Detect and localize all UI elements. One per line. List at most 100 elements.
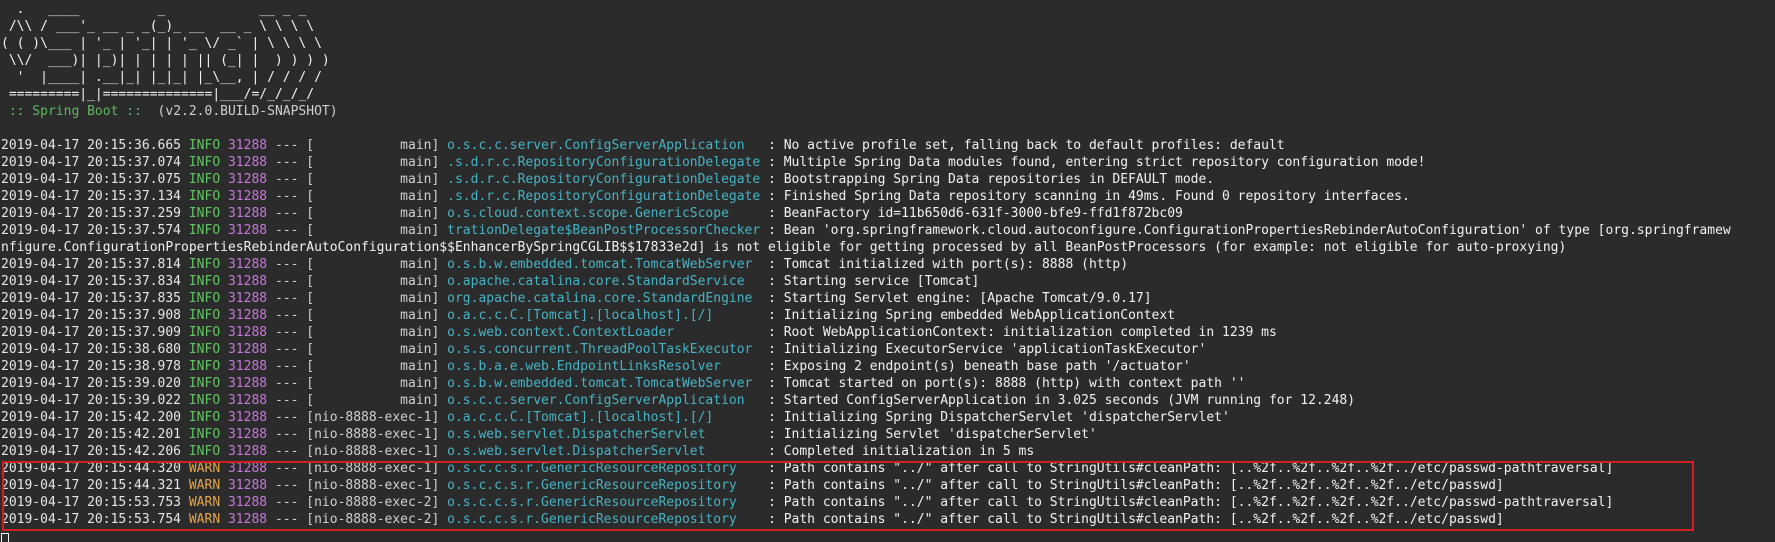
log-message: : No active profile set, falling back to… (760, 138, 1285, 153)
log-logger: o.s.b.a.e.web.EndpointLinksResolver (447, 359, 761, 374)
warning-highlight-box (2, 461, 1694, 531)
log-pid: 31288 (227, 291, 268, 306)
log-thread: --- [ main] (267, 206, 448, 221)
log-message: : Initializing Spring embedded WebApplic… (760, 308, 1176, 323)
log-level: INFO (181, 359, 221, 374)
log-logger: o.s.web.servlet.DispatcherServlet (447, 427, 761, 442)
log-level: INFO (181, 376, 221, 391)
log-timestamp: 2019-04-17 20:15:39.020 (1, 376, 182, 391)
log-level: INFO (181, 427, 221, 442)
log-logger: o.s.b.w.embedded.tomcat.TomcatWebServer (447, 257, 761, 272)
log-line: 2019-04-17 20:15:36.665 INFO 31288 --- [… (1, 137, 1775, 154)
log-line: 2019-04-17 20:15:37.134 INFO 31288 --- [… (1, 188, 1775, 205)
log-pid: 31288 (227, 206, 268, 221)
log-timestamp: 2019-04-17 20:15:36.665 (1, 138, 182, 153)
spring-boot-version: (v2.2.0.BUILD-SNAPSHOT) (149, 104, 338, 119)
log-line: 2019-04-17 20:15:39.022 INFO 31288 --- [… (1, 392, 1775, 409)
log-timestamp: 2019-04-17 20:15:37.259 (1, 206, 182, 221)
log-message: : Starting service [Tomcat] (760, 274, 980, 289)
log-pid: 31288 (227, 257, 268, 272)
log-line: 2019-04-17 20:15:37.834 INFO 31288 --- [… (1, 273, 1775, 290)
spring-boot-version-line: :: Spring Boot :: (v2.2.0.BUILD-SNAPSHOT… (1, 103, 338, 120)
log-pid: 31288 (227, 172, 268, 187)
log-message: : Tomcat initialized with port(s): 8888 … (760, 257, 1129, 272)
spring-boot-label: :: Spring Boot :: (1, 104, 150, 119)
log-line: 2019-04-17 20:15:37.259 INFO 31288 --- [… (1, 205, 1775, 222)
log-logger: o.apache.catalina.core.StandardService (447, 274, 761, 289)
log-pid: 31288 (227, 359, 268, 374)
log-logger: .s.d.r.c.RepositoryConfigurationDelegate (447, 155, 761, 170)
log-thread: --- [ main] (267, 274, 448, 289)
log-level: INFO (181, 189, 221, 204)
log-logger: o.s.c.c.server.ConfigServerApplication (447, 138, 761, 153)
log-pid: 31288 (227, 274, 268, 289)
log-line: 2019-04-17 20:15:38.680 INFO 31288 --- [… (1, 341, 1775, 358)
log-level: INFO (181, 274, 221, 289)
log-level: INFO (181, 172, 221, 187)
log-line: 2019-04-17 20:15:42.206 INFO 31288 --- [… (1, 443, 1775, 460)
log-logger: o.s.web.servlet.DispatcherServlet (447, 444, 761, 459)
log-logger: o.s.cloud.context.scope.GenericScope (447, 206, 761, 221)
log-line: 2019-04-17 20:15:37.908 INFO 31288 --- [… (1, 307, 1775, 324)
log-timestamp: 2019-04-17 20:15:38.978 (1, 359, 182, 374)
log-pid: 31288 (227, 308, 268, 323)
log-timestamp: 2019-04-17 20:15:38.680 (1, 342, 182, 357)
log-pid: 31288 (227, 223, 268, 238)
log-timestamp: 2019-04-17 20:15:42.206 (1, 444, 182, 459)
log-level: INFO (181, 206, 221, 221)
log-thread: --- [ main] (267, 359, 448, 374)
log-pid: 31288 (227, 189, 268, 204)
log-thread: --- [nio-8888-exec-1] (267, 410, 448, 425)
log-timestamp: 2019-04-17 20:15:37.134 (1, 189, 182, 204)
log-message: : Tomcat started on port(s): 8888 (http)… (760, 376, 1246, 391)
log-level: INFO (181, 291, 221, 306)
log-timestamp: 2019-04-17 20:15:37.909 (1, 325, 182, 340)
log-logger: o.s.b.w.embedded.tomcat.TomcatWebServer (447, 376, 761, 391)
spring-ascii-banner: . ____ _ __ _ _ /\\ / ___'_ __ _ _(_)_ _… (1, 2, 330, 102)
log-line-wrapped: nfigure.ConfigurationPropertiesRebinderA… (1, 240, 1567, 255)
log-timestamp: 2019-04-17 20:15:37.814 (1, 257, 182, 272)
log-thread: --- [ main] (267, 223, 448, 238)
log-line: 2019-04-17 20:15:37.075 INFO 31288 --- [… (1, 171, 1775, 188)
log-timestamp: 2019-04-17 20:15:42.201 (1, 427, 182, 442)
log-line: 2019-04-17 20:15:37.835 INFO 31288 --- [… (1, 290, 1775, 307)
log-thread: --- [ main] (267, 257, 448, 272)
log-logger: o.s.c.c.server.ConfigServerApplication (447, 393, 761, 408)
log-logger: o.a.c.c.C.[Tomcat].[localhost].[/] (447, 308, 761, 323)
log-logger: o.a.c.c.C.[Tomcat].[localhost].[/] (447, 410, 761, 425)
log-timestamp: 2019-04-17 20:15:37.834 (1, 274, 182, 289)
log-timestamp: 2019-04-17 20:15:37.074 (1, 155, 182, 170)
log-message: : Initializing Spring DispatcherServlet … (760, 410, 1230, 425)
log-logger: .s.d.r.c.RepositoryConfigurationDelegate (447, 172, 761, 187)
log-message: : Exposing 2 endpoint(s) beneath base pa… (760, 359, 1191, 374)
terminal-cursor (1, 533, 9, 542)
terminal-window[interactable]: . ____ _ __ _ _ /\\ / ___'_ __ _ _(_)_ _… (0, 0, 1775, 542)
log-logger: .s.d.r.c.RepositoryConfigurationDelegate (447, 189, 761, 204)
log-timestamp: 2019-04-17 20:15:42.200 (1, 410, 182, 425)
log-line: 2019-04-17 20:15:37.909 INFO 31288 --- [… (1, 324, 1775, 341)
log-thread: --- [ main] (267, 376, 448, 391)
log-line: 2019-04-17 20:15:37.814 INFO 31288 --- [… (1, 256, 1775, 273)
log-level: INFO (181, 410, 221, 425)
log-pid: 31288 (227, 444, 268, 459)
log-thread: --- [ main] (267, 138, 448, 153)
log-line: 2019-04-17 20:15:37.074 INFO 31288 --- [… (1, 154, 1775, 171)
log-message: : BeanFactory id=11b650d6-631f-3000-bfe9… (760, 206, 1183, 221)
log-logger: o.s.s.concurrent.ThreadPoolTaskExecutor (447, 342, 761, 357)
log-thread: --- [ main] (267, 172, 448, 187)
log-timestamp: 2019-04-17 20:15:37.574 (1, 223, 182, 238)
log-logger: org.apache.catalina.core.StandardEngine (447, 291, 761, 306)
log-thread: --- [nio-8888-exec-1] (267, 427, 448, 442)
log-message: : Initializing Servlet 'dispatcherServle… (760, 427, 1097, 442)
log-line: 2019-04-17 20:15:42.201 INFO 31288 --- [… (1, 426, 1775, 443)
log-message: : Root WebApplicationContext: initializa… (760, 325, 1277, 340)
log-pid: 31288 (227, 325, 268, 340)
log-level: INFO (181, 444, 221, 459)
log-thread: --- [ main] (267, 393, 448, 408)
log-timestamp: 2019-04-17 20:15:39.022 (1, 393, 182, 408)
log-level: INFO (181, 223, 221, 238)
log-level: INFO (181, 393, 221, 408)
log-message: : Started ConfigServerApplication in 3.0… (760, 393, 1356, 408)
log-message: : Initializing ExecutorService 'applicat… (760, 342, 1207, 357)
log-thread: --- [ main] (267, 308, 448, 323)
